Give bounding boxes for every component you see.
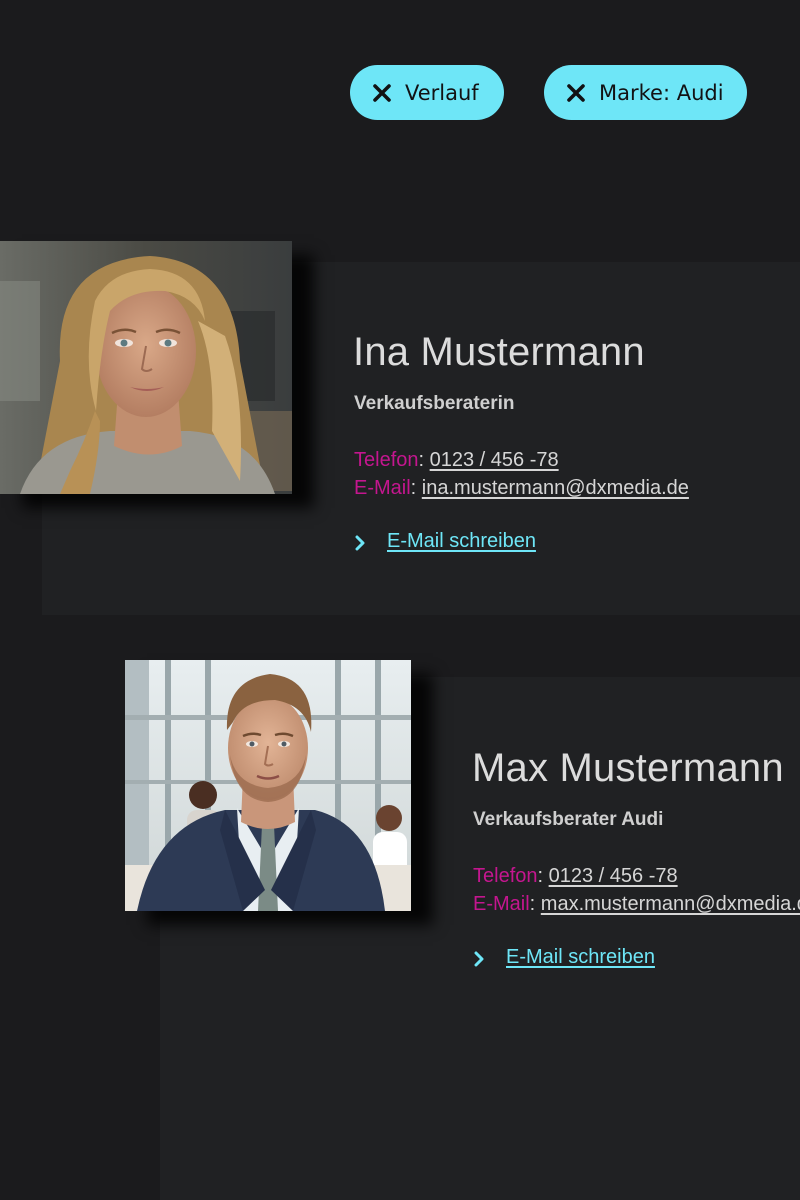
phone-label: Telefon xyxy=(354,449,419,471)
filter-chip-label: Verlauf xyxy=(405,80,479,105)
write-email-label[interactable]: E-Mail schreiben xyxy=(387,530,536,553)
phone-link[interactable]: 0123 / 456 -78 xyxy=(430,449,559,471)
write-email-label[interactable]: E-Mail schreiben xyxy=(506,946,655,969)
write-email-link[interactable]: E-Mail schreiben xyxy=(354,530,536,553)
filter-chip-brand[interactable]: Marke: Audi xyxy=(544,65,747,120)
phone-link[interactable]: 0123 / 456 -78 xyxy=(549,865,678,887)
filter-chip-verlauf[interactable]: Verlauf xyxy=(350,65,504,120)
chevron-right-icon xyxy=(473,950,485,966)
contact-email: E-Mail: ina.mustermann@dxmedia.de xyxy=(354,477,689,499)
contact-name: Ina Mustermann xyxy=(353,330,645,374)
filter-chip-label: Marke: Audi xyxy=(599,80,724,105)
email-label: E-Mail xyxy=(473,893,530,915)
close-icon[interactable] xyxy=(372,83,392,103)
email-label: E-Mail xyxy=(354,477,411,499)
contact-phone: Telefon: 0123 / 456 -78 xyxy=(354,449,559,471)
contact-role: Verkaufsberaterin xyxy=(354,393,515,414)
contact-role: Verkaufsberater Audi xyxy=(473,809,664,830)
phone-label: Telefon xyxy=(473,865,538,887)
contact-email: E-Mail: max.mustermann@dxmedia.de xyxy=(473,893,800,916)
write-email-link[interactable]: E-Mail schreiben xyxy=(473,946,655,969)
close-icon[interactable] xyxy=(566,83,586,103)
contact-photo xyxy=(0,241,292,494)
contact-phone: Telefon: 0123 / 456 -78 xyxy=(473,865,678,887)
contact-name: Max Mustermann xyxy=(472,746,784,790)
email-link[interactable]: ina.mustermann@dxmedia.de xyxy=(422,477,689,499)
email-link[interactable]: max.mustermann@dxmedia.de xyxy=(541,893,800,915)
chevron-right-icon xyxy=(354,534,366,550)
contact-photo xyxy=(125,660,411,911)
